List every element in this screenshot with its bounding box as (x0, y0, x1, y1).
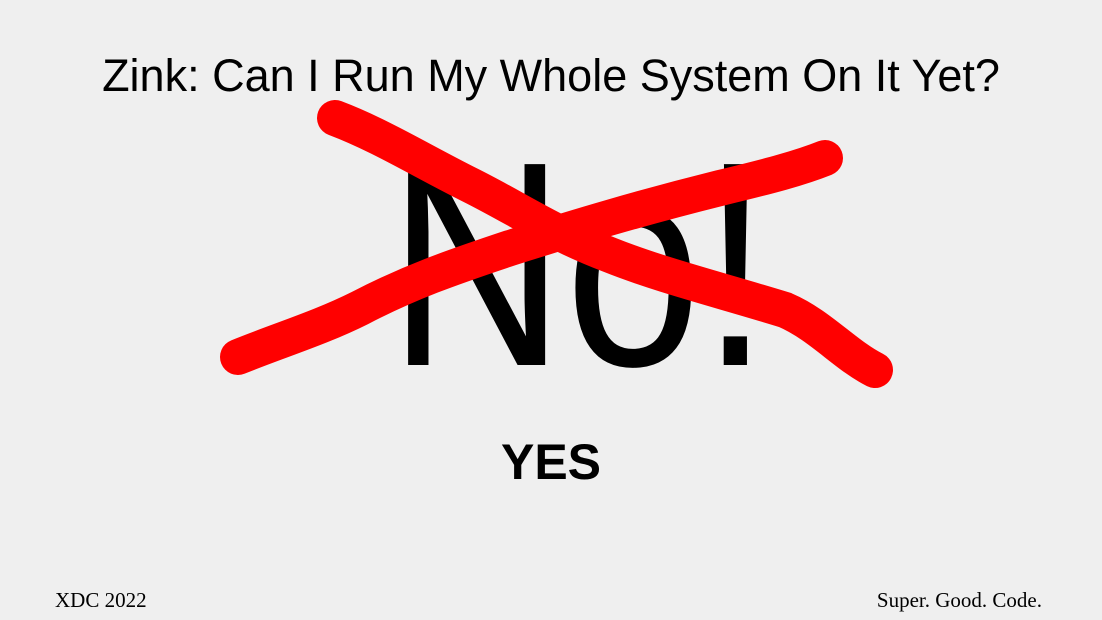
strike-stroke-2 (220, 140, 843, 375)
footer-tagline: Super. Good. Code. (876, 588, 1042, 612)
footer-event: XDC 2022 (55, 588, 147, 612)
answer-text: YES (500, 434, 602, 490)
red-cross-mark (220, 100, 893, 388)
